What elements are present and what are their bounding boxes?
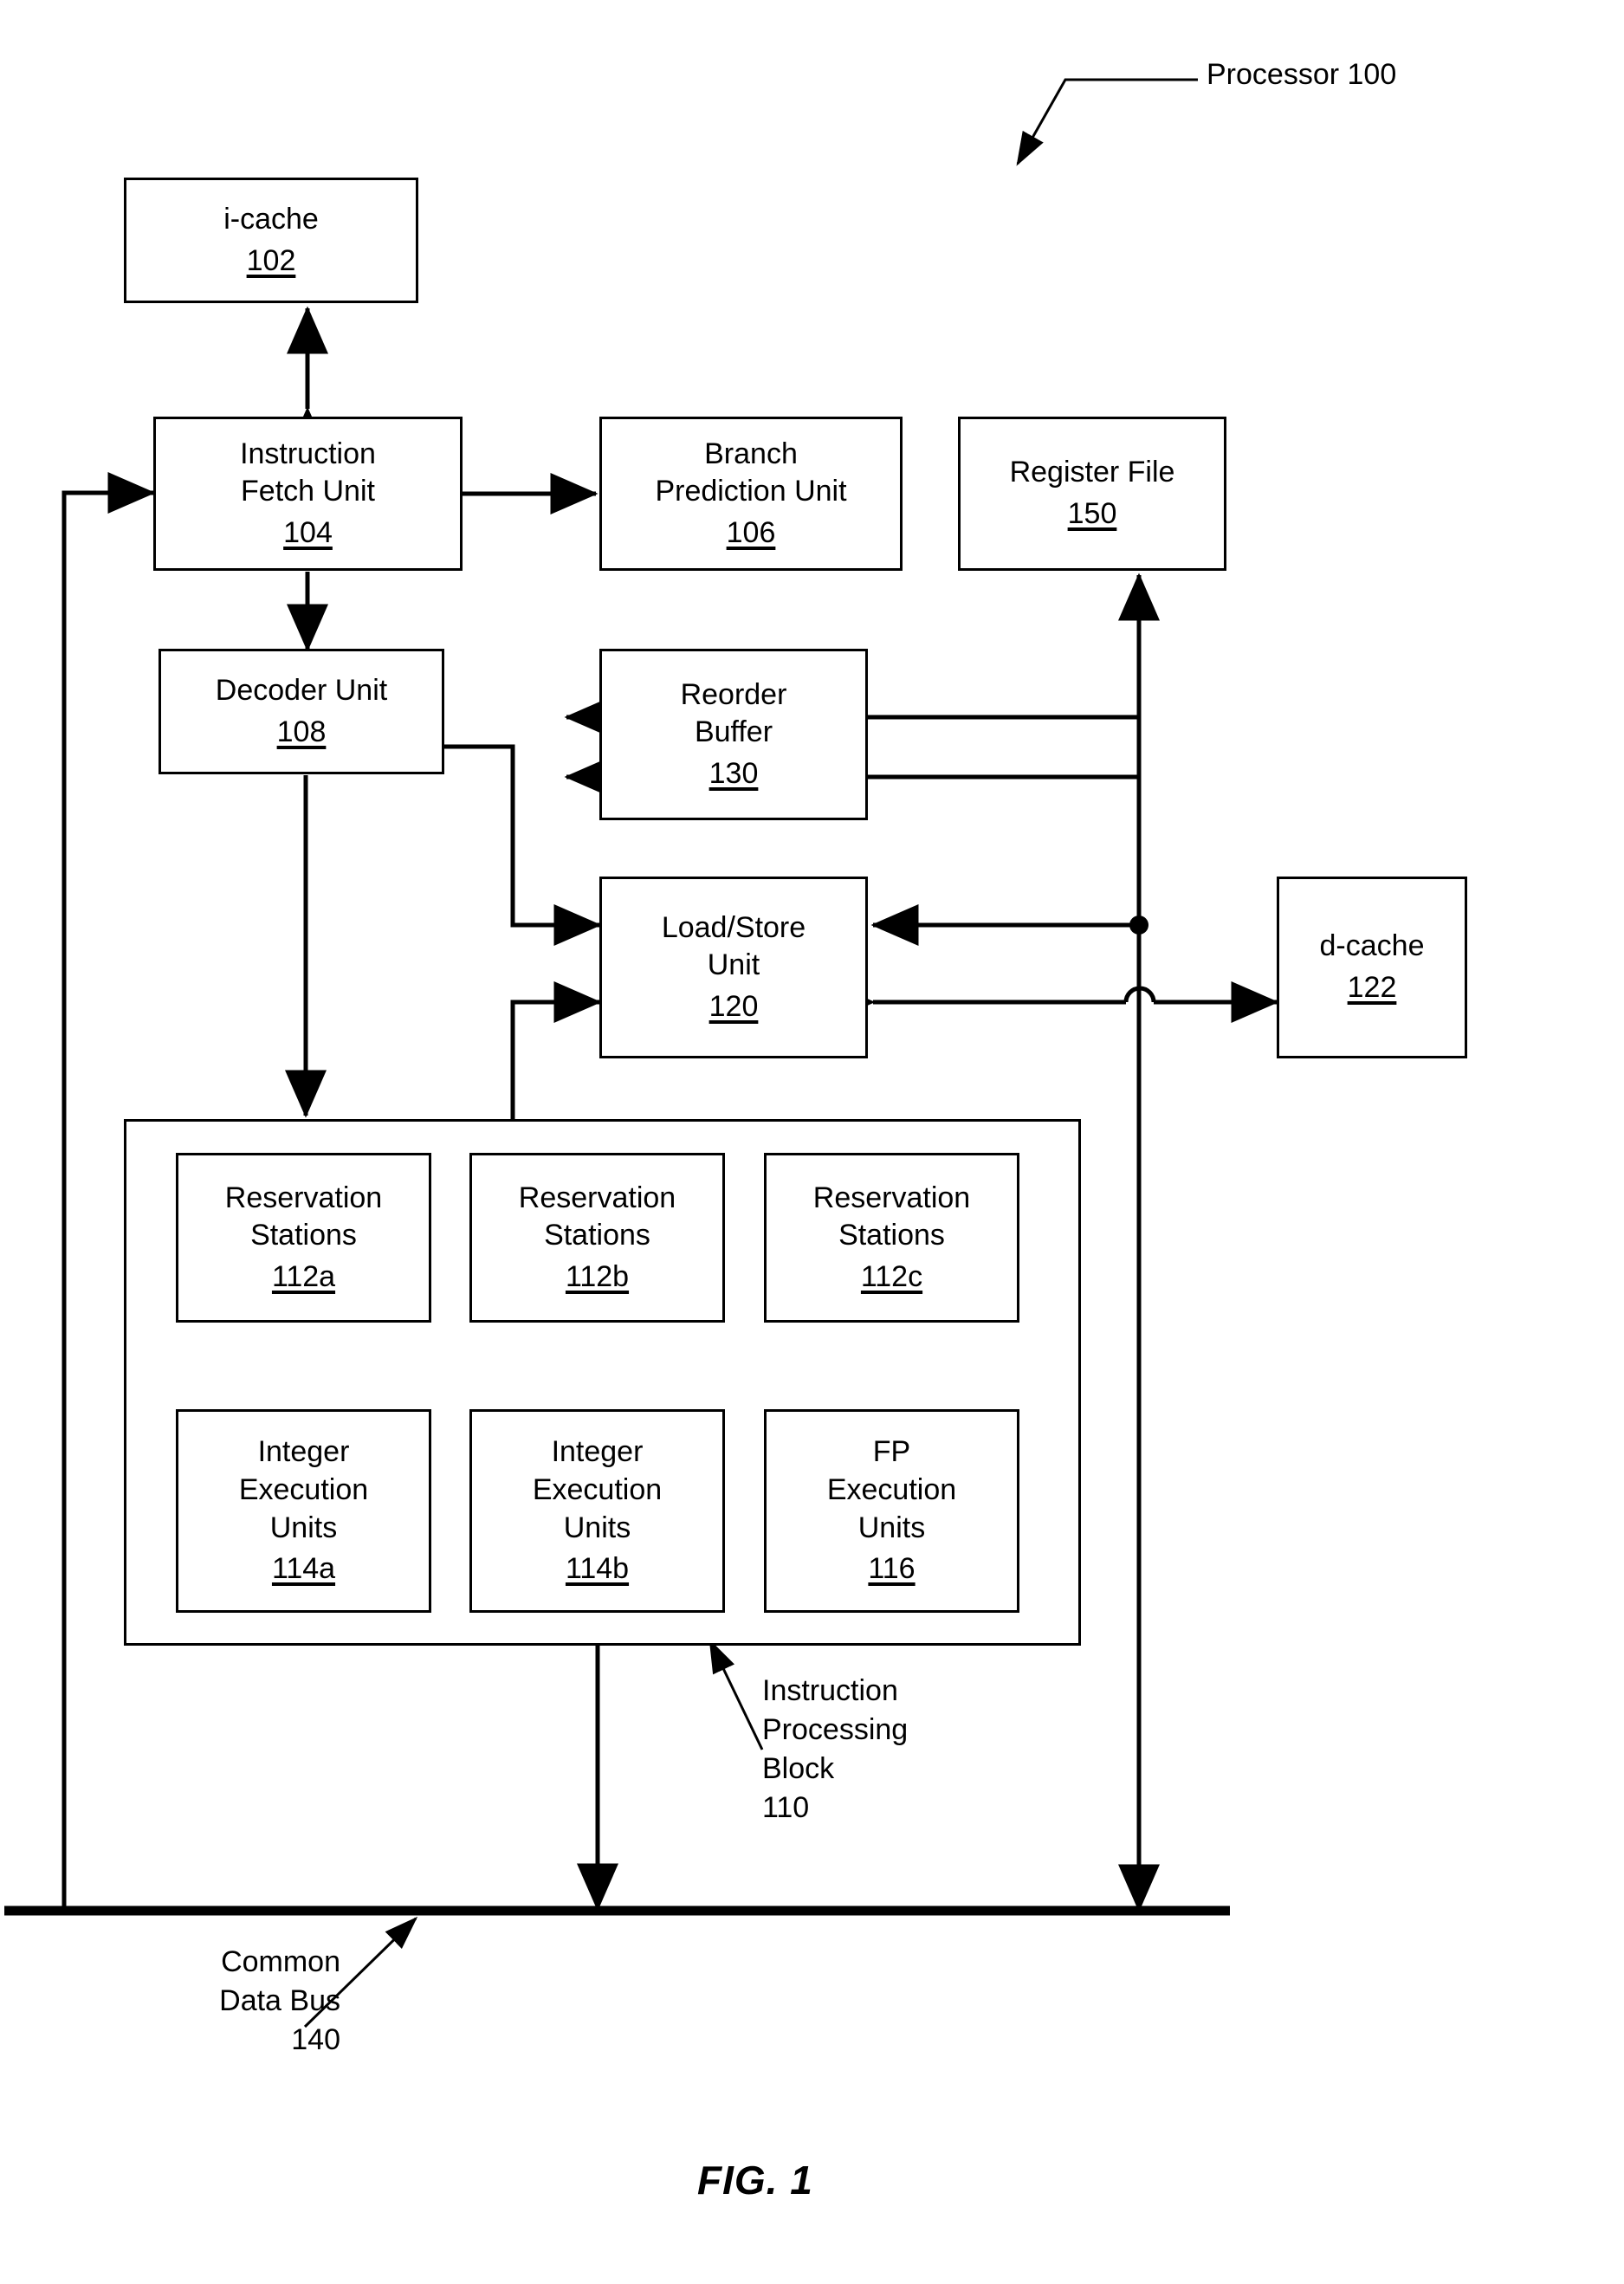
instruction-processing-block-leader xyxy=(708,1639,764,1750)
figure-caption: FIG. 1 xyxy=(697,2158,813,2203)
block-ref: 120 xyxy=(708,989,759,1023)
block-ref: 130 xyxy=(708,756,759,790)
block-ref: 150 xyxy=(1067,497,1117,530)
block-ref: 122 xyxy=(1347,971,1397,1004)
block-ref: 108 xyxy=(276,715,327,748)
block-ref: 112c xyxy=(860,1259,923,1293)
block-title: Reservation Stations xyxy=(518,1181,676,1252)
block-reservation-stations-b[interactable]: Reservation Stations 112b xyxy=(469,1153,725,1323)
block-title: Branch Prediction Unit xyxy=(655,437,847,508)
processor-label: Processor 100 xyxy=(1207,58,1397,91)
block-title: Reservation Stations xyxy=(224,1181,383,1252)
block-load-store-unit[interactable]: Load/Store Unit 120 xyxy=(599,877,868,1058)
block-title: d-cache xyxy=(1319,929,1425,963)
block-title: Decoder Unit xyxy=(215,673,388,707)
block-ref: 104 xyxy=(283,515,333,549)
block-title: i-cache xyxy=(223,202,319,236)
block-reservation-stations-a[interactable]: Reservation Stations 112a xyxy=(176,1153,431,1323)
block-ref: 114b xyxy=(565,1552,630,1586)
block-title: Integer Execution Units xyxy=(532,1435,663,1544)
block-ref: 112b xyxy=(565,1259,630,1293)
block-fp-execution-units[interactable]: FP Execution Units 116 xyxy=(764,1409,1019,1613)
connector-loadstore-dcache xyxy=(827,981,1279,1023)
block-branch-prediction-unit[interactable]: Branch Prediction Unit 106 xyxy=(599,417,903,571)
block-d-cache[interactable]: d-cache 122 xyxy=(1277,877,1467,1058)
instruction-processing-block-label: Instruction Processing Block 110 xyxy=(762,1674,909,1824)
junction-dot xyxy=(1129,916,1148,935)
block-title: Reservation Stations xyxy=(812,1181,971,1252)
block-title: Instruction Fetch Unit xyxy=(240,437,376,508)
block-reorder-buffer[interactable]: Reorder Buffer 130 xyxy=(599,649,868,820)
block-integer-execution-units-b[interactable]: Integer Execution Units 114b xyxy=(469,1409,725,1613)
block-title: Load/Store Unit xyxy=(661,910,806,982)
block-ref: 102 xyxy=(246,243,296,277)
block-reservation-stations-c[interactable]: Reservation Stations 112c xyxy=(764,1153,1019,1323)
block-title: FP Execution Units xyxy=(826,1435,957,1544)
block-title: Integer Execution Units xyxy=(238,1435,369,1544)
block-ref: 116 xyxy=(868,1552,916,1586)
block-i-cache[interactable]: i-cache 102 xyxy=(124,178,418,303)
block-title: Reorder Buffer xyxy=(680,677,787,749)
block-integer-execution-units-a[interactable]: Integer Execution Units 114a xyxy=(176,1409,431,1613)
block-decoder-unit[interactable]: Decoder Unit 108 xyxy=(159,649,444,774)
block-ref: 106 xyxy=(726,515,776,549)
patent-figure-page: i-cache 102 Instruction Fetch Unit 104 B… xyxy=(0,0,1624,2284)
block-ref: 112a xyxy=(271,1259,336,1293)
block-title: Register File xyxy=(1009,456,1175,489)
connector-block-loadstore-lower xyxy=(510,981,602,1122)
block-ref: 114a xyxy=(271,1552,336,1586)
processor-leader-line xyxy=(1016,78,1198,166)
common-data-bus-label: Common Data Bus 140 xyxy=(219,1945,340,2056)
block-instruction-fetch-unit[interactable]: Instruction Fetch Unit 104 xyxy=(153,417,463,571)
block-register-file[interactable]: Register File 150 xyxy=(958,417,1226,571)
